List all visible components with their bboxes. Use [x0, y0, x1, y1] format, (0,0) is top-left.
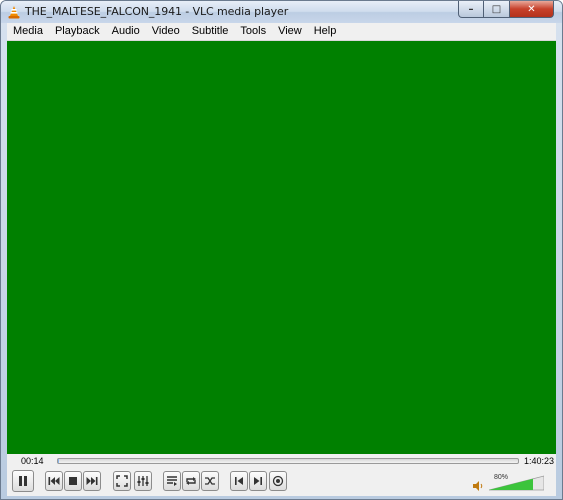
total-time[interactable]: 1:40:23 — [524, 456, 554, 466]
extended-settings-icon — [137, 476, 149, 486]
seek-progress — [58, 459, 60, 463]
menu-playback[interactable]: Playback — [49, 23, 106, 40]
extended-settings-button[interactable] — [134, 471, 152, 491]
caption-buttons: – □ ✕ — [458, 1, 554, 19]
menu-bar: Media Playback Audio Video Subtitle Tool… — [7, 23, 556, 41]
record-icon — [272, 475, 284, 487]
elapsed-time[interactable]: 00:14 — [21, 456, 44, 466]
window-title: THE_MALTESE_FALCON_1941 - VLC media play… — [25, 5, 289, 18]
loop-button[interactable] — [182, 471, 200, 491]
frame-next-button[interactable] — [249, 471, 267, 491]
menu-audio[interactable]: Audio — [106, 23, 146, 40]
next-button[interactable] — [83, 471, 101, 491]
frame-back-button[interactable] — [230, 471, 248, 491]
menu-view[interactable]: View — [272, 23, 308, 40]
menu-subtitle[interactable]: Subtitle — [186, 23, 235, 40]
vlc-window: THE_MALTESE_FALCON_1941 - VLC media play… — [0, 0, 563, 500]
volume-label: 80% — [494, 474, 509, 481]
playlist-icon — [167, 476, 177, 486]
previous-button[interactable] — [45, 471, 63, 491]
random-button[interactable] — [201, 471, 219, 491]
random-icon — [205, 477, 215, 485]
frame-next-icon — [254, 477, 262, 485]
title-bar[interactable]: THE_MALTESE_FALCON_1941 - VLC media play… — [1, 1, 562, 23]
playlist-button[interactable] — [163, 471, 181, 491]
seek-slider[interactable] — [57, 458, 519, 464]
record-button[interactable] — [269, 471, 287, 491]
video-area[interactable] — [7, 41, 556, 454]
maximize-button[interactable]: □ — [484, 1, 510, 18]
menu-media[interactable]: Media — [7, 23, 49, 40]
stop-icon — [69, 477, 77, 485]
pause-icon — [19, 476, 27, 486]
menu-tools[interactable]: Tools — [234, 23, 272, 40]
close-button[interactable]: ✕ — [510, 1, 554, 18]
controls-panel: 00:14 1:40:23 80% — [7, 454, 556, 496]
pause-button[interactable] — [12, 470, 34, 492]
menu-video[interactable]: Video — [146, 23, 186, 40]
fullscreen-button[interactable] — [113, 471, 131, 491]
speaker-icon[interactable] — [472, 480, 484, 492]
loop-icon — [186, 477, 196, 485]
minimize-button[interactable]: – — [458, 1, 484, 18]
menu-help[interactable]: Help — [308, 23, 343, 40]
fullscreen-icon — [116, 475, 128, 487]
next-icon — [86, 477, 98, 485]
stop-button[interactable] — [64, 471, 82, 491]
previous-icon — [48, 477, 60, 485]
frame-back-icon — [235, 477, 243, 485]
vlc-cone-icon — [8, 6, 20, 19]
